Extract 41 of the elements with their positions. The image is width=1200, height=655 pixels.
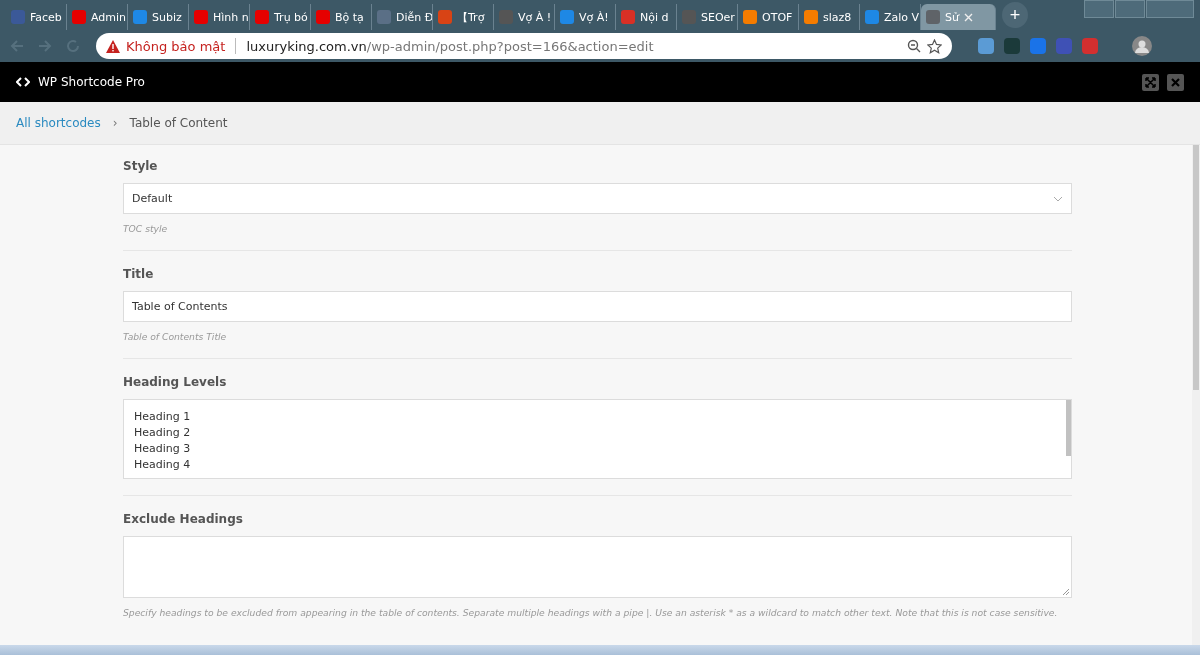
scrollbar-thumb[interactable] — [1066, 400, 1071, 456]
warning-icon — [106, 39, 120, 53]
close-icon — [1171, 77, 1180, 87]
page-scrollbar[interactable] — [1192, 145, 1200, 645]
field-label: Title — [123, 267, 155, 281]
breadcrumb-separator: › — [112, 116, 118, 130]
close-icon[interactable] — [963, 12, 973, 22]
extension-icon[interactable] — [1004, 38, 1020, 54]
fullscreen-button[interactable] — [1142, 73, 1159, 91]
extension-icon[interactable] — [1082, 38, 1098, 54]
star-icon[interactable] — [927, 38, 942, 54]
help-text: Table of Contents Title — [123, 331, 228, 342]
extension-icon[interactable] — [978, 38, 994, 54]
breadcrumb-current: Table of Content — [129, 116, 228, 130]
expand-icon — [1145, 76, 1156, 88]
resize-grip-icon — [1062, 588, 1070, 596]
code-icon — [16, 77, 30, 87]
field-label: Heading Levels — [123, 375, 228, 389]
reload-icon[interactable] — [64, 37, 82, 55]
input-field[interactable]: Table of Contents — [123, 291, 1072, 322]
input-field[interactable] — [123, 536, 1072, 598]
close-button[interactable] — [1167, 73, 1184, 91]
multi-select-list[interactable]: Heading 1 Heading 2 Heading 3 Heading 4 — [123, 399, 1072, 479]
security-label: Không bảo mật — [126, 38, 226, 54]
zoom-out-icon[interactable] — [907, 39, 921, 53]
help-text: Specify headings to be excluded from appearing in the table of contents. Separate multiple headings with a pipe |. Use an asterisk * as a wildcard to match other text. Note that this is not case sensitive. — [123, 607, 1059, 618]
style-select[interactable]: Default — [123, 183, 1072, 214]
field-label: Style — [123, 159, 159, 173]
minimize-button[interactable] — [1084, 0, 1114, 18]
extension-icon[interactable] — [1056, 38, 1072, 54]
address-bar[interactable]: Không bảo mật luxuryking.com.vn/wp-admin/post.php?post=166&action=edit — [96, 33, 952, 59]
restore-button[interactable] — [1115, 0, 1145, 18]
chevron-down-icon — [1053, 195, 1063, 202]
new-tab-button[interactable]: + — [1002, 2, 1028, 28]
close-button[interactable] — [1146, 0, 1194, 18]
field-label: Exclude Headings — [123, 512, 244, 526]
extension-icon[interactable] — [1030, 38, 1046, 54]
url-text: luxuryking.com.vn/wp-admin/post.php?post=166&action=edit — [246, 38, 654, 54]
help-text: TOC style — [123, 223, 169, 234]
avatar-icon[interactable] — [1132, 36, 1152, 56]
app-title: WP Shortcode Pro — [38, 75, 145, 89]
